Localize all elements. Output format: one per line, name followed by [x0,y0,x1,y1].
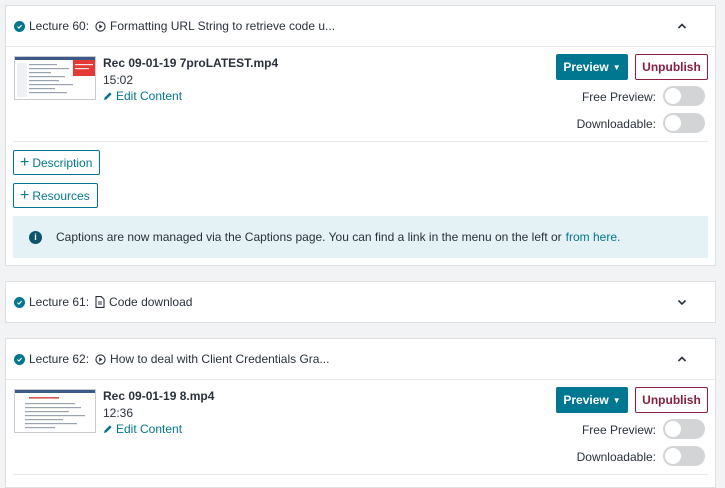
plus-icon: + [20,186,30,204]
free-preview-toggle[interactable] [663,419,705,439]
divider [13,474,708,475]
lecture-card-61: Lecture 61: Code download [5,281,716,323]
check-circle-icon [14,296,25,308]
check-circle-icon [14,20,25,32]
lecture-title: Code download [109,295,193,309]
edit-content-label: Edit Content [116,89,183,103]
toggle-knob [665,448,681,464]
lecture-header-61[interactable]: Lecture 61: Code download [6,282,715,322]
lecture-header-62[interactable]: Lecture 62: How to deal with Client Cred… [6,339,715,379]
pencil-icon [104,92,112,100]
free-preview-label: Free Preview: [581,423,656,437]
downloadable-toggle[interactable] [663,446,705,466]
toggle-knob [665,88,681,104]
description-label: Description [32,155,93,170]
preview-button[interactable]: Preview ▼ [556,387,628,413]
pencil-icon [104,425,112,433]
chevron-up-icon[interactable] [677,354,687,364]
lecture-title: How to deal with Client Credentials Gra.… [110,352,330,366]
video-thumbnail[interactable] [14,56,96,100]
lecture-number: Lecture 60: [29,19,90,33]
add-description-button[interactable]: + Description [13,150,101,175]
resources-label: Resources [32,188,90,203]
chevron-up-icon[interactable] [677,21,687,31]
info-text: Captions are now managed via the Caption… [56,230,562,244]
chevron-down-icon[interactable] [677,297,687,307]
video-duration: 15:02 [103,73,134,87]
video-duration: 12:36 [103,406,134,420]
video-file-name: Rec 09-01-19 8.mp4 [103,389,215,403]
lecture-title: Formatting URL String to retrieve code u… [110,19,336,33]
lecture-number: Lecture 61: [29,295,90,309]
unpublish-button[interactable]: Unpublish [635,387,708,413]
lecture-content: Rec 09-01-19 8.mp4 12:36 Edit Content Pr… [6,380,715,474]
divider [13,141,708,142]
play-circle-icon [95,353,106,365]
edit-content-label: Edit Content [116,422,183,436]
check-circle-icon [14,353,25,365]
preview-label: Preview [563,60,609,74]
captions-info-banner: i Captions are now managed via the Capti… [13,216,708,258]
caret-down-icon: ▼ [612,395,621,405]
lecture-card-62: Lecture 62: How to deal with Client Cred… [5,338,716,488]
play-circle-icon [95,20,106,32]
video-file-name: Rec 09-01-19 7proLATEST.mp4 [103,56,279,70]
downloadable-label: Downloadable: [576,450,656,464]
file-icon [95,296,105,308]
preview-label: Preview [563,393,609,407]
downloadable-label: Downloadable: [576,117,656,131]
free-preview-toggle[interactable] [663,86,705,106]
lecture-content: Rec 09-01-19 7proLATEST.mp4 15:02 Edit C… [6,47,715,141]
edit-content-link[interactable]: Edit Content [103,89,182,103]
free-preview-label: Free Preview: [581,90,656,104]
plus-icon: + [20,153,30,171]
info-icon: i [29,230,42,244]
edit-content-link[interactable]: Edit Content [103,422,182,436]
captions-link[interactable]: from here. [566,230,621,244]
lecture-number: Lecture 62: [29,352,90,366]
downloadable-toggle[interactable] [663,113,705,133]
lecture-header-60[interactable]: Lecture 60: Formatting URL String to ret… [6,6,715,46]
caret-down-icon: ▼ [612,62,621,72]
preview-button[interactable]: Preview ▼ [556,54,628,80]
lecture-card-60: Lecture 60: Formatting URL String to ret… [5,5,716,266]
toggle-knob [665,421,681,437]
toggle-knob [665,115,681,131]
video-thumbnail[interactable] [14,389,96,433]
add-resources-button[interactable]: + Resources [13,183,98,208]
unpublish-button[interactable]: Unpublish [635,54,708,80]
